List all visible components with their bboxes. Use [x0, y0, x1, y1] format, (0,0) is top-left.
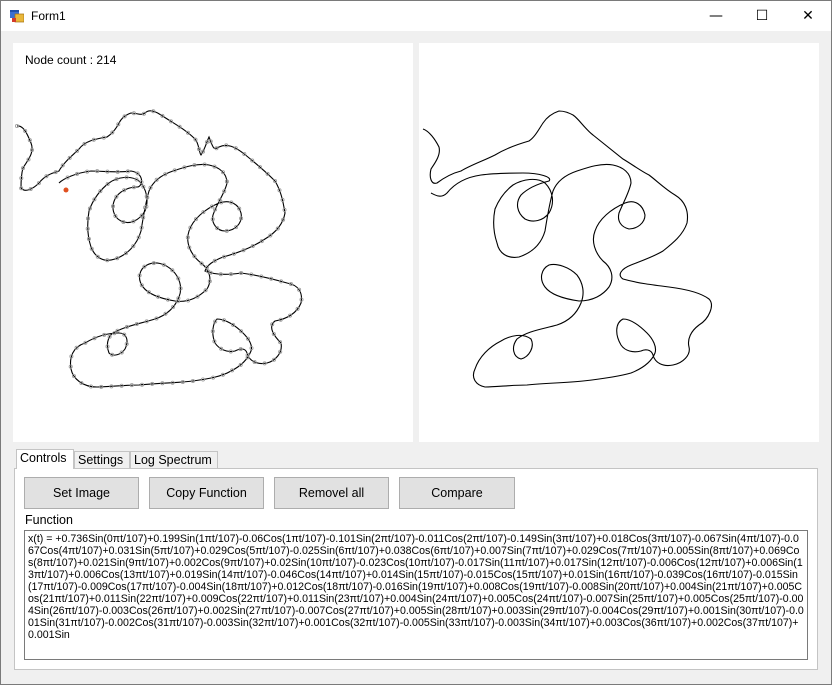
drawn-path: [15, 109, 304, 389]
tab-controls[interactable]: Controls: [16, 449, 74, 469]
tab-log-spectrum[interactable]: Log Spectrum: [130, 451, 218, 468]
drawing-canvas[interactable]: Node count : 214: [13, 43, 413, 442]
compare-button[interactable]: Compare: [399, 477, 515, 509]
reconstructed-path: [422, 110, 712, 388]
tab-controls-label: Controls: [20, 451, 67, 465]
close-button[interactable]: ✕: [785, 1, 831, 31]
function-textbox[interactable]: x(t) = +0.736Sin(0πt/107)+0.199Sin(1πt/1…: [24, 530, 808, 660]
tab-settings[interactable]: Settings: [74, 451, 130, 468]
close-icon: ✕: [802, 8, 814, 24]
tab-settings-label: Settings: [78, 453, 124, 467]
title-bar[interactable]: Form1 — ☐ ✕: [1, 1, 831, 31]
copy-function-button[interactable]: Copy Function: [149, 477, 264, 509]
tab-log-spectrum-label: Log Spectrum: [134, 453, 212, 467]
selected-node[interactable]: [63, 187, 69, 193]
app-icon: [10, 10, 24, 23]
minimize-icon: —: [709, 8, 723, 24]
set-image-button[interactable]: Set Image: [24, 477, 139, 509]
maximize-icon: ☐: [755, 8, 769, 24]
node-markers: [15, 109, 304, 389]
maximize-button[interactable]: ☐: [739, 1, 785, 31]
minimize-button[interactable]: —: [693, 1, 739, 31]
preview-canvas: [419, 43, 819, 442]
remove-all-button[interactable]: Removel all: [274, 477, 389, 509]
function-label: Function: [25, 513, 73, 527]
window-title: Form1: [31, 9, 66, 23]
